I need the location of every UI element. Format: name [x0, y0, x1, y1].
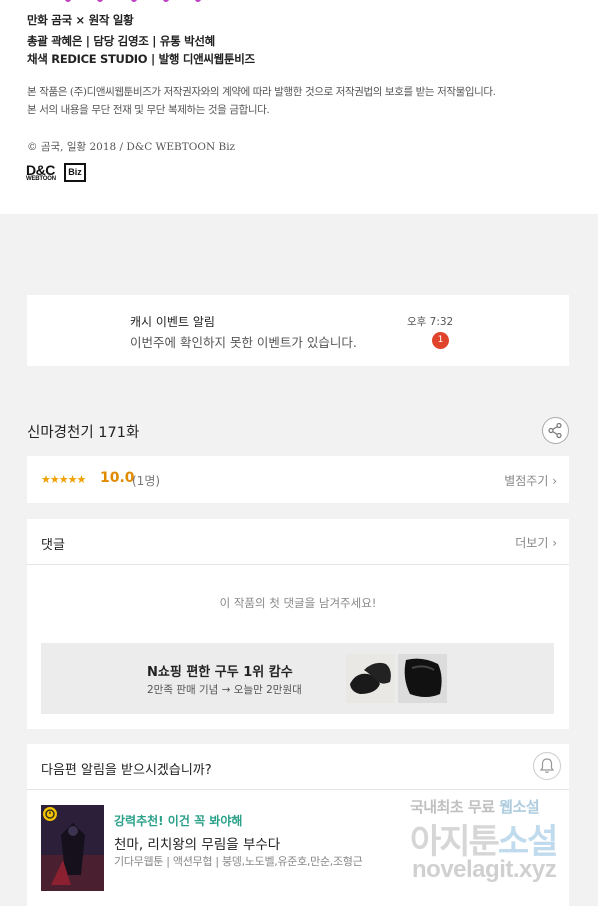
comments-more-link[interactable]: 더보기 › [515, 534, 557, 551]
cash-event-notification[interactable]: 캐시 이벤트 알림 이번주에 확인하지 못한 이벤트가 있습니다. 오후 7:3… [27, 295, 569, 366]
recommended-work-title[interactable]: 천마, 리치왕의 무림을 부수다 [114, 833, 280, 853]
divider [27, 564, 569, 565]
copyright-notice-1: 본 작품은 (주)디앤씨웹툰비즈가 저작권자와의 계약에 따라 발행한 것으로 … [27, 86, 496, 98]
notification-time: 오후 7:32 [407, 316, 454, 328]
rating-count: (1명) [132, 474, 161, 488]
ad-subtitle: 2만족 판매 기념 → 오늘만 2만원대 [147, 684, 302, 696]
share-button[interactable] [542, 417, 569, 444]
recommended-work-meta: 기다무웹툰 | 액션무협 | 붕뎅,노도벨,유준호,만순,조형근 [114, 855, 363, 868]
rating-stars: ★★★★★ [41, 473, 86, 486]
comments-card: 댓글 더보기 › 이 작품의 첫 댓글을 남겨주세요! N쇼핑 편한 구두 1위… [27, 519, 569, 729]
notify-bell-button[interactable] [533, 752, 561, 780]
rate-button[interactable]: 별점주기 › [504, 472, 557, 489]
episode-title: 신마경천기 171화 [27, 425, 140, 441]
rating-score: 10.0 [100, 470, 135, 486]
notification-message: 이번주에 확인하지 못한 이벤트가 있습니다. [130, 335, 357, 350]
credit-staff: 총괄 곽혜은 | 담당 김영조 | 유통 박선혜 [27, 34, 215, 48]
divider [27, 789, 569, 790]
bell-icon [539, 758, 555, 774]
copyright-line: © 곰국, 일황 2018 / D&C WEBTOON Biz [27, 141, 236, 153]
recommended-work-thumbnail[interactable] [41, 805, 104, 891]
rating-card: ★★★★★ 10.0 (1명) 별점주기 › [27, 456, 569, 503]
share-icon [548, 422, 562, 439]
site-watermark: 국내최초 무료 웹소설 아지툰소설 novelagit.xyz [410, 798, 558, 883]
shopping-ad-banner[interactable]: N쇼핑 편한 구두 1위 캄수 2만족 판매 기념 → 오늘만 2만원대 [41, 643, 554, 714]
credit-authors: 만화 곰국 × 원작 일황 [27, 13, 134, 27]
decorative-dots [65, 0, 201, 2]
recommend-label: 강력추천! 이건 꼭 봐야해 [114, 814, 243, 828]
credit-publisher: 채색 REDICE STUDIO | 발행 디앤씨웹툰비즈 [27, 52, 255, 66]
ad-title: N쇼핑 편한 구두 1위 캄수 [147, 665, 293, 680]
notification-count-badge: 1 [432, 332, 449, 349]
shoe-image-2 [398, 654, 447, 703]
comments-header: 댓글 [41, 538, 65, 553]
next-episode-question: 다음편 알림을 받으시겠습니까? [41, 763, 212, 778]
shoe-image-1 [346, 654, 395, 703]
comments-empty-message: 이 작품의 첫 댓글을 남겨주세요! [219, 596, 377, 610]
credits-section: 만화 곰국 × 원작 일황 총괄 곽혜은 | 담당 김영조 | 유통 박선혜 채… [0, 0, 598, 214]
copyright-notice-2: 본 서의 내용을 무단 전재 및 무단 복제하는 것을 금합니다. [27, 104, 270, 116]
dc-webtoon-biz-logo: D&C WEBTOON Biz [26, 162, 88, 184]
notification-title: 캐시 이벤트 알림 [130, 315, 215, 329]
